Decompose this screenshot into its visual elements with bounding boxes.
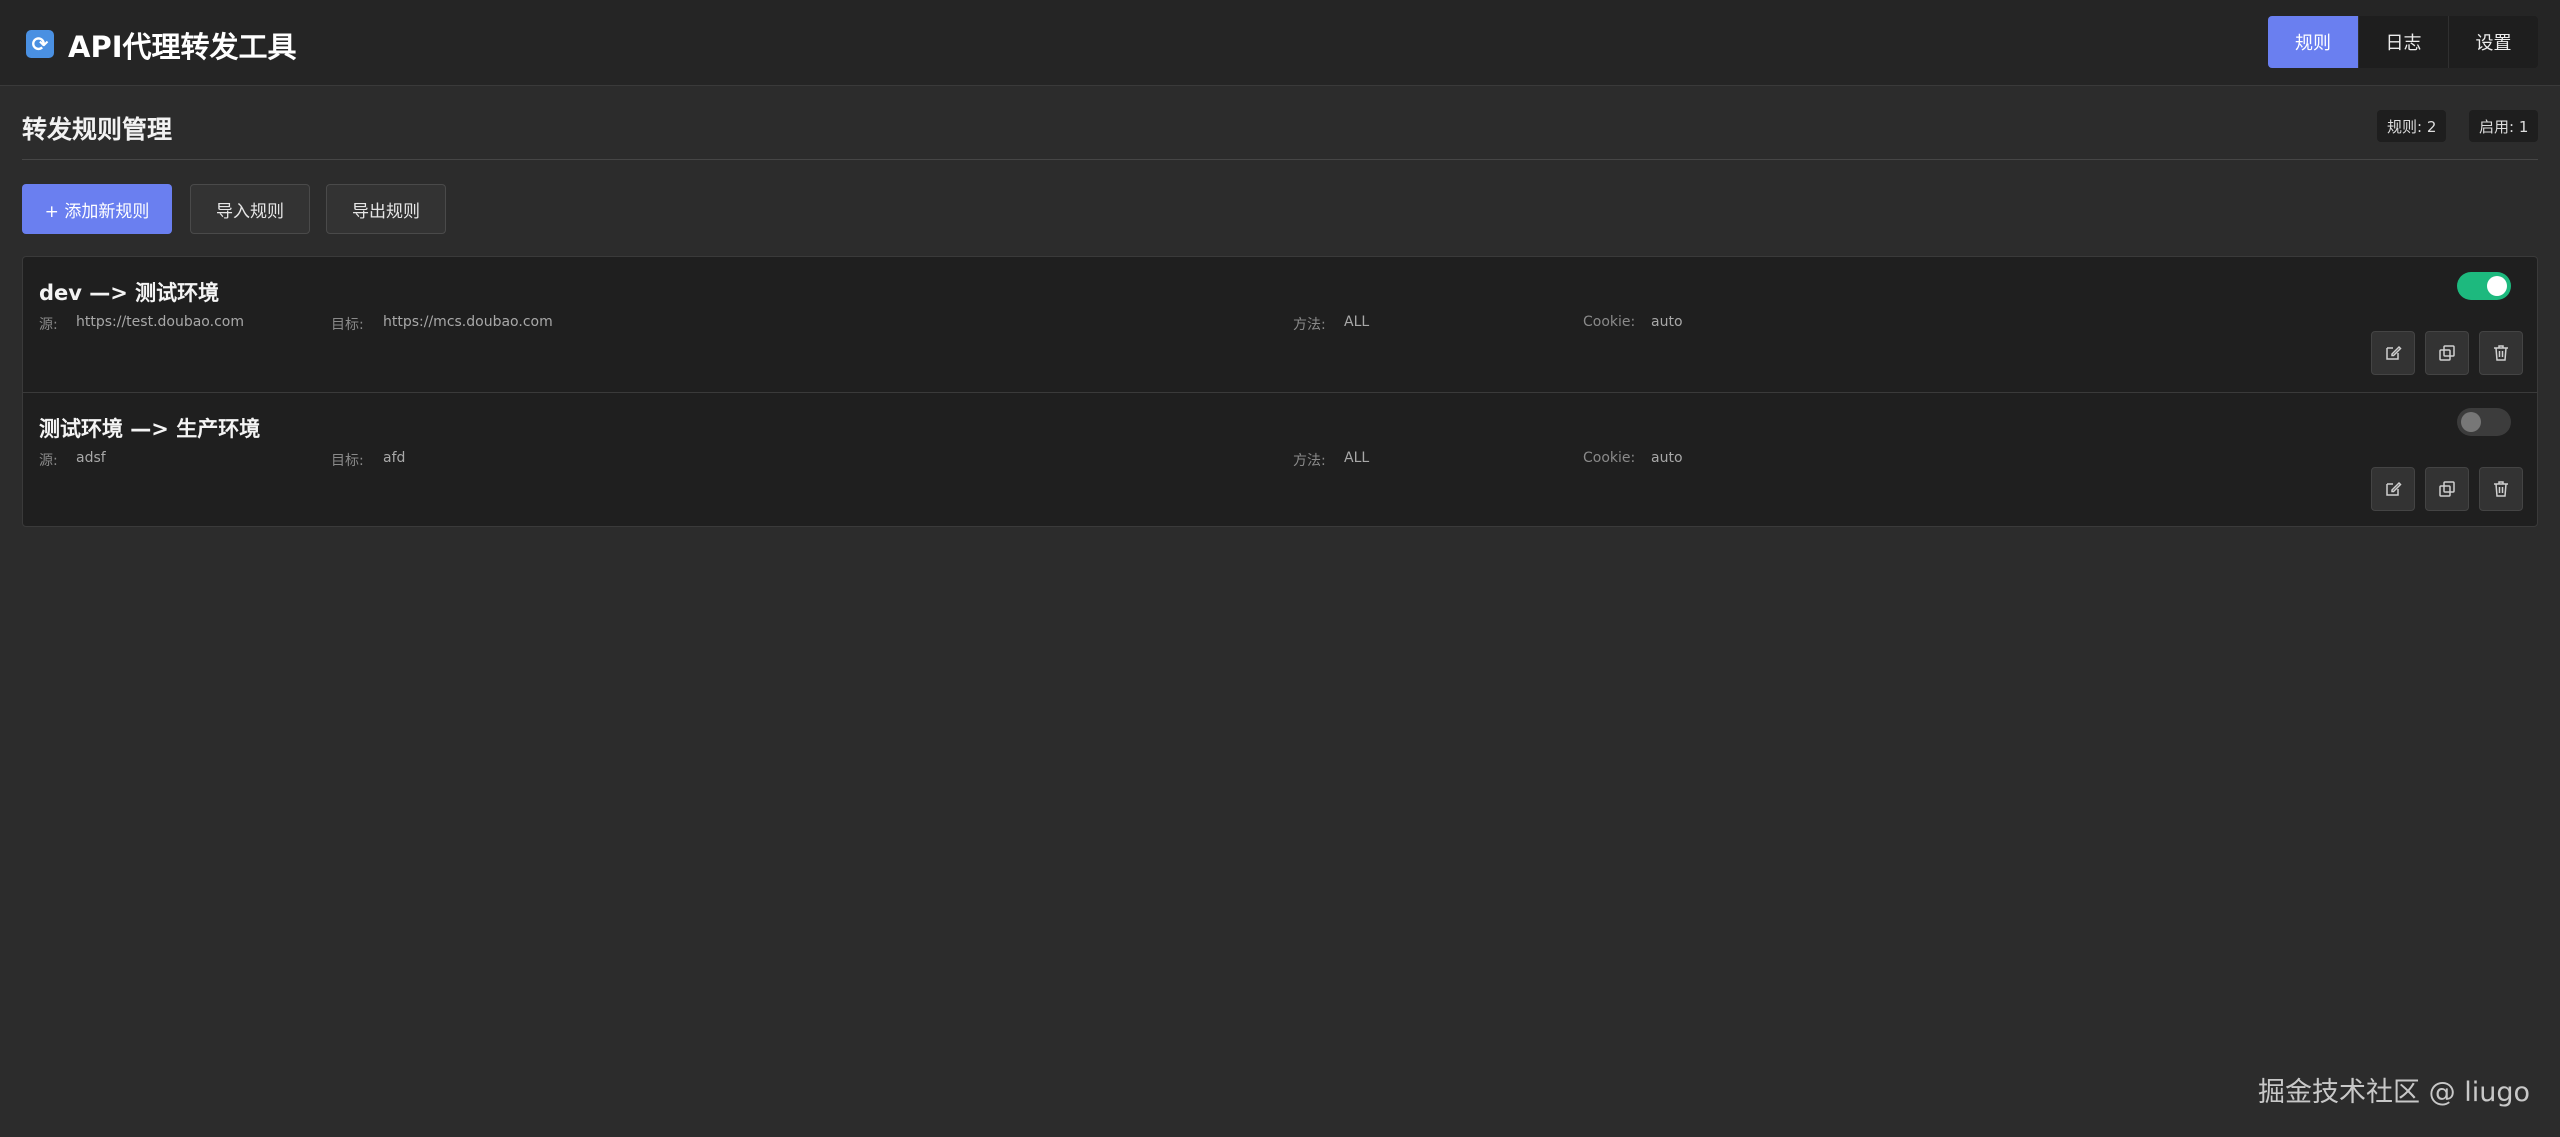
cookie-value: auto (1651, 450, 1683, 466)
edit-icon (2386, 481, 2402, 496)
copy-rule-button[interactable] (2425, 331, 2469, 375)
delete-rule-button[interactable] (2479, 331, 2523, 375)
source-label: 源: (39, 317, 58, 333)
export-rules-button[interactable]: 导出规则 (326, 184, 446, 234)
edit-rule-button[interactable] (2371, 467, 2415, 511)
rules-list: dev —> 测试环境 源: https://test.doubao.com 目… (22, 256, 2538, 527)
method-value: ALL (1344, 450, 1370, 466)
nav-tabs: 规则 日志 设置 (2268, 16, 2538, 68)
method-label: 方法: (1293, 453, 1326, 469)
trash-icon (2494, 345, 2508, 361)
rule-enabled-toggle[interactable] (2457, 272, 2511, 300)
enabled-count-badge: 启用: 1 (2469, 110, 2539, 142)
method-value: ALL (1344, 314, 1370, 330)
cookie-label: Cookie: (1583, 450, 1636, 466)
source-value: https://test.doubao.com (76, 314, 244, 330)
rule-name: 测试环境 —> 生产环境 (39, 417, 261, 441)
tab-logs[interactable]: 日志 (2358, 16, 2448, 68)
trash-icon (2494, 481, 2508, 497)
rule-card: 测试环境 —> 生产环境 源: adsf 目标: afd 方法: ALL Coo… (23, 392, 2537, 526)
target-value: https://mcs.doubao.com (383, 314, 553, 330)
refresh-icon: ⟳ (26, 30, 54, 58)
edit-rule-button[interactable] (2371, 331, 2415, 375)
copy-rule-button[interactable] (2425, 467, 2469, 511)
method-label: 方法: (1293, 317, 1326, 333)
edit-icon (2386, 345, 2402, 360)
delete-rule-button[interactable] (2479, 467, 2523, 511)
title-divider (22, 159, 2538, 160)
copy-icon (2439, 481, 2455, 497)
rule-enabled-toggle[interactable] (2457, 408, 2511, 436)
rule-name: dev —> 测试环境 (39, 281, 220, 305)
rule-card: dev —> 测试环境 源: https://test.doubao.com 目… (23, 257, 2537, 391)
copy-icon (2439, 345, 2455, 361)
tab-rules[interactable]: 规则 (2268, 16, 2358, 68)
source-label: 源: (39, 453, 58, 469)
tab-settings[interactable]: 设置 (2448, 16, 2538, 68)
rule-count-badge: 规则: 2 (2377, 110, 2447, 142)
cookie-value: auto (1651, 314, 1683, 330)
app-title: API代理转发工具 (68, 30, 297, 64)
toggle-knob (2487, 276, 2507, 296)
toggle-knob (2461, 412, 2481, 432)
target-label: 目标: (331, 453, 364, 469)
app-header: ⟳ API代理转发工具 规则 日志 设置 (0, 0, 2560, 86)
import-rules-button[interactable]: 导入规则 (190, 184, 310, 234)
target-value: afd (383, 450, 406, 466)
add-rule-button[interactable]: + 添加新规则 (22, 184, 172, 234)
watermark: 掘金技术社区 @ liugo (2258, 1077, 2530, 1108)
target-label: 目标: (331, 317, 364, 333)
cookie-label: Cookie: (1583, 314, 1636, 330)
source-value: adsf (76, 450, 106, 466)
page-title: 转发规则管理 (22, 115, 173, 144)
